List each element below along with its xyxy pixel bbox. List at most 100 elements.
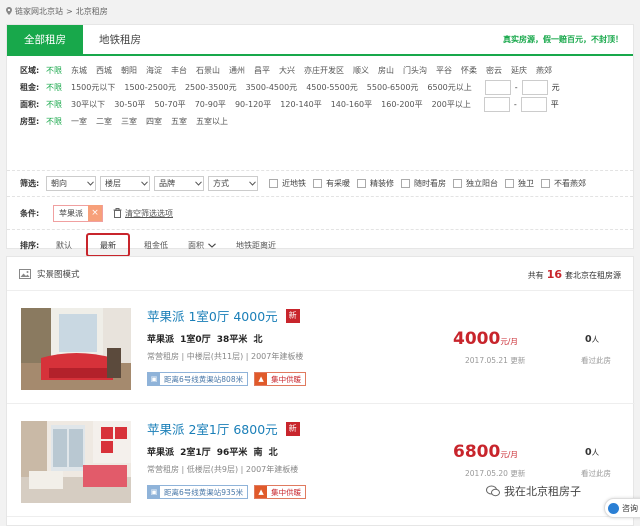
rent-option[interactable]: 4500-5500元 [306, 82, 358, 93]
chat-icon [608, 502, 619, 514]
region-option[interactable]: 延庆 [511, 65, 527, 76]
area-option[interactable]: 30-50平 [114, 99, 145, 110]
region-option[interactable]: 朝阳 [121, 65, 137, 76]
listing-title[interactable]: 苹果派 2室1厅 6800元 新 [147, 419, 300, 438]
tab-all-rentals[interactable]: 全部租房 [7, 25, 83, 54]
region-option[interactable]: 海淀 [146, 65, 162, 76]
area-max-input[interactable] [520, 97, 547, 112]
region-option[interactable]: 西城 [96, 65, 112, 76]
subway-tag: ▣ 距离6号线黄渠站935米 [147, 485, 249, 499]
checkbox-private-bath[interactable]: 独卫 [505, 178, 534, 189]
area-option[interactable]: 200平以上 [432, 99, 471, 110]
region-option[interactable]: 顺义 [353, 65, 369, 76]
sort-subway-distance[interactable]: 地铁距离近 [226, 233, 286, 257]
checkbox-box[interactable] [269, 179, 278, 188]
conditions-row: 条件: 苹果派 × 清空筛选选项 [7, 197, 633, 230]
clear-filters-link[interactable]: 清空筛选选项 [113, 208, 173, 219]
layout-option[interactable]: 三室 [121, 116, 137, 127]
checkbox-box[interactable] [453, 179, 462, 188]
area-option[interactable]: 30平以下 [71, 99, 105, 110]
rent-option[interactable]: 5500-6500元 [367, 82, 419, 93]
area-option[interactable]: 90-120平 [235, 99, 271, 110]
rent-option[interactable]: 1500元以下 [71, 82, 115, 93]
checkbox-box[interactable] [313, 179, 322, 188]
view-mode-label[interactable]: 实景图模式 [37, 268, 80, 280]
area-option[interactable]: 160-200平 [381, 99, 422, 110]
layout-option[interactable]: 五室以上 [196, 116, 228, 127]
listing-thumbnail[interactable] [21, 421, 131, 503]
filter-rows: 区域: 不限 东城 西城 朝阳 海淀 丰台 石景山 通州 昌平 大兴 亦庄开发区… [7, 56, 633, 171]
sort-default[interactable]: 默认 [46, 233, 82, 257]
checkbox-box[interactable] [357, 179, 366, 188]
dropdown-label: 楼层 [105, 179, 121, 188]
region-option[interactable]: 通州 [229, 65, 245, 76]
checkbox-box[interactable] [541, 179, 550, 188]
checkbox-box[interactable] [401, 179, 410, 188]
rent-option[interactable]: 6500元以上 [427, 82, 471, 93]
rent-option[interactable]: 2500-3500元 [185, 82, 237, 93]
layout-option[interactable]: 不限 [46, 116, 62, 127]
subway-icon: ▣ [148, 373, 160, 385]
region-option[interactable]: 大兴 [279, 65, 295, 76]
area-option[interactable]: 70-90平 [195, 99, 226, 110]
breadcrumb-current: 北京租房 [75, 6, 108, 16]
slogan: 真实房源，假一赔百元，不封顶！ [503, 35, 623, 44]
checkbox-label: 随时看房 [414, 179, 446, 188]
region-option[interactable]: 密云 [486, 65, 502, 76]
floor-dropdown[interactable]: 楼层 [100, 176, 150, 191]
layout-option[interactable]: 二室 [96, 116, 112, 127]
sort-area-label: 面积 [188, 240, 204, 250]
region-option[interactable]: 亦庄开发区 [304, 65, 344, 76]
rent-option[interactable]: 不限 [46, 82, 62, 93]
region-option[interactable]: 燕郊 [536, 65, 552, 76]
checkbox-renovated[interactable]: 精装修 [357, 178, 394, 189]
region-option[interactable]: 昌平 [254, 65, 270, 76]
sort-area[interactable]: 面积 [178, 233, 226, 257]
breadcrumb-site-link[interactable]: 链家网北京站 [15, 6, 63, 17]
close-icon[interactable]: × [88, 205, 102, 221]
sort-newest[interactable]: 最新 [86, 233, 130, 257]
area-option[interactable]: 140-160平 [331, 99, 372, 110]
region-option[interactable]: 丰台 [171, 65, 187, 76]
checkbox-heating[interactable]: 有采暖 [313, 178, 350, 189]
consult-button[interactable]: 咨询 [604, 498, 640, 518]
layout-option[interactable]: 五室 [171, 116, 187, 127]
listing-thumbnail[interactable] [21, 308, 131, 390]
rent-option[interactable]: 1500-2500元 [124, 82, 176, 93]
layout-option[interactable]: 四室 [146, 116, 162, 127]
area-option[interactable]: 120-140平 [280, 99, 321, 110]
region-option[interactable]: 怀柔 [461, 65, 477, 76]
rent-max-input[interactable] [521, 80, 548, 95]
rent-option[interactable]: 3500-4500元 [246, 82, 298, 93]
checkbox-near-subway[interactable]: 近地铁 [269, 178, 306, 189]
region-option[interactable]: 东城 [71, 65, 87, 76]
area-min-input[interactable] [483, 97, 510, 112]
heating-icon: ▲ [255, 373, 268, 385]
brand-dropdown[interactable]: 品牌 [154, 176, 204, 191]
checkbox-balcony[interactable]: 独立阳台 [453, 178, 498, 189]
region-option[interactable]: 门头沟 [403, 65, 427, 76]
layout-option[interactable]: 一室 [71, 116, 87, 127]
checkbox-box[interactable] [505, 179, 514, 188]
region-option[interactable]: 不限 [46, 65, 62, 76]
checkbox-exclude-yanjiao[interactable]: 不看燕郊 [541, 178, 586, 189]
area-option[interactable]: 不限 [46, 99, 62, 110]
sort-rent-low[interactable]: 租金低 [134, 233, 178, 257]
subway-icon: ▣ [148, 486, 160, 498]
tab-subway-rentals[interactable]: 地铁租房 [83, 25, 157, 54]
orientation-dropdown[interactable]: 朝向 [46, 176, 96, 191]
region-option[interactable]: 平谷 [436, 65, 452, 76]
listing-title[interactable]: 苹果派 1室0厅 4000元 新 [147, 306, 300, 325]
listing-update-date: 2017.05.20 更新 [465, 469, 526, 478]
location-pin-icon [6, 7, 12, 15]
region-option[interactable]: 石景山 [196, 65, 220, 76]
rental-method-dropdown[interactable]: 方式 [208, 176, 258, 191]
listing-tags: ▣ 距离6号线黄渠站808米 ▲ 集中供暖 [147, 372, 307, 386]
listing-item[interactable]: 苹果派 2室1厅 6800元 新 苹果派 2室1厅 96平米 南 北 常营租房 … [7, 405, 635, 517]
rent-min-input[interactable] [484, 80, 511, 95]
checkbox-anytime-viewing[interactable]: 随时看房 [401, 178, 446, 189]
area-option[interactable]: 50-70平 [154, 99, 185, 110]
region-option[interactable]: 房山 [378, 65, 394, 76]
consult-label: 咨询 [622, 503, 638, 513]
listing-item[interactable]: 苹果派 1室0厅 4000元 新 苹果派 1室0厅 38平米 北 常营租房 | … [7, 292, 635, 404]
